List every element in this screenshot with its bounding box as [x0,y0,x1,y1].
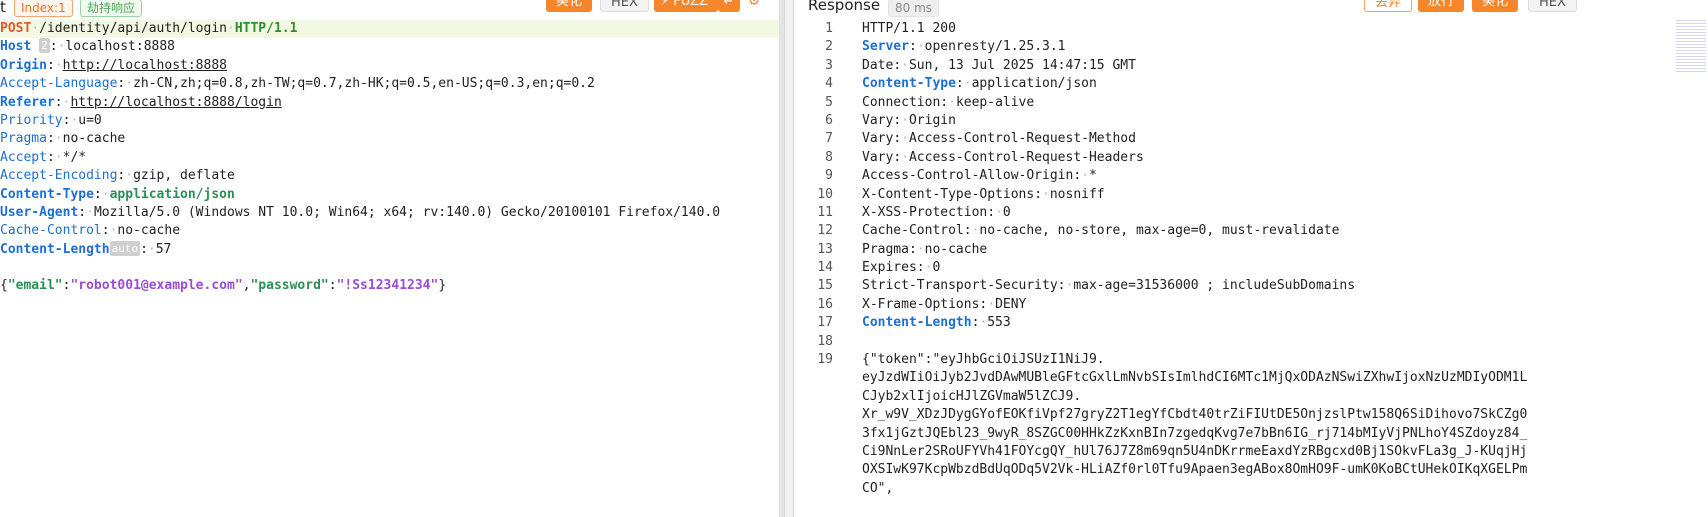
response-line: 16 X-Frame-Options:·DENY [794,296,1534,314]
response-line: 3 Date:·Sun, 13 Jul 2025 14:47:15 GMT [794,57,1534,75]
line-number: 16 [817,296,833,312]
response-line: 13 Pragma:·no-cache [794,241,1534,259]
response-beautify-button[interactable]: 美化 [1472,0,1519,12]
header-row: Accept-Language:·zh-CN,zh;q=0.8,zh-TW;q=… [0,76,595,92]
line-number: 10 [817,186,833,202]
line-number: 18 [817,333,833,349]
header-row: Cache-Control:·no-cache [0,223,181,239]
beautify-button[interactable]: 美化 [546,0,593,12]
line-number: 11 [817,204,833,220]
response-line: 8 Vary:·Access-Control-Request-Headers [794,149,1534,167]
response-line: 9 Access-Control-Allow-Origin:·* [794,167,1534,185]
header-row: Priority:·u=0 [0,112,102,128]
line-number: 19 [817,352,833,368]
response-editor[interactable]: 1 HTTP/1.1 200 2 Server:·openresty/1.25.3.… [794,20,1534,496]
pane-splitter[interactable] [784,0,794,517]
discard-button[interactable]: 丢弃 [1364,0,1413,12]
fuzz-label: FUZZ [673,0,708,9]
response-line: 14 Expires:·0 [794,259,1534,277]
response-line: 18 [794,333,1534,351]
line-number: 12 [817,223,833,239]
header-count-chip: 2 [39,38,50,54]
line-number: 13 [817,241,833,257]
response-minimap[interactable] [1676,20,1706,72]
response-body-json: {"token":"eyJhbGciOiJSUzI1NiJ9. eyJzdWIi… [862,352,1528,496]
request-toolbar: t Index:1 劫持响应 美化 HEX ⚡ FUZZ ↵ ⚙ [0,0,779,17]
line-number: 2 [825,39,833,55]
request-editor[interactable]: POST·/identity/api/auth/login·HTTP/1.1 H… [0,20,779,296]
header-row: Content-Length auto:·57 [0,240,172,257]
line-number: 7 [825,131,833,147]
response-line: 4 Content-Type:·application/json [794,75,1534,93]
response-body-line: 19 {"token":"eyJhbGciOiJSUzI1NiJ9. eyJzdW… [794,351,1534,496]
response-line: 5 Connection:·keep-alive [794,94,1534,112]
request-title: t [0,0,6,16]
request-pane: t Index:1 劫持响应 美化 HEX ⚡ FUZZ ↵ ⚙ POST·/i… [0,0,779,517]
request-line: POST·/identity/api/auth/login·HTTP/1.1 [0,20,779,39]
response-line: 15 Strict-Transport-Security:·max-age=315… [794,277,1534,295]
send-to-icon[interactable]: ↵ [718,0,740,12]
fuzz-button[interactable]: ⚡ FUZZ [654,0,718,12]
header-link[interactable]: http://localhost:8888 [63,58,227,73]
lightning-icon: ⚡ [660,0,670,9]
header-row: Referer:·http://localhost:8888/login [0,94,282,110]
line-number: 15 [817,278,833,294]
release-button[interactable]: 放行 [1418,0,1465,12]
response-hex-button[interactable]: HEX [1528,0,1577,12]
request-body: {"email":"robot001@example.com","passwor… [0,278,447,294]
line-number: 3 [825,57,833,73]
line-number: 8 [825,149,833,165]
response-line: 10 X-Content-Type-Options:·nosniff [794,186,1534,204]
line-number: 6 [825,112,833,128]
header-row: Content-Type:·application/json [0,186,235,202]
header-row: Accept:·*/* [0,149,87,165]
header-row: Pragma:·no-cache [0,131,126,147]
response-line: 6 Vary:·Origin [794,112,1534,130]
response-title: Response [808,0,881,14]
response-line: 17 Content-Length:·553 [794,314,1534,332]
line-number: 4 [825,76,833,92]
header-row: Origin:·http://localhost:8888 [0,57,227,73]
response-pane: Response 80 ms 丢弃 放行 美化 HEX 1 HTTP/1.1 20… [794,0,1708,517]
auto-length-chip[interactable]: auto [109,240,141,256]
line-number: 9 [825,168,833,184]
line-number: 17 [817,315,833,331]
header-row: User-Agent:·Mozilla/5.0 (Windows NT 10.0… [0,204,721,220]
response-line: 11 X-XSS-Protection:·0 [794,204,1534,222]
header-row: Accept-Encoding:·gzip, deflate [0,168,235,184]
header-row: Host 2:·localhost:8888 [0,38,175,55]
line-number: 14 [817,260,833,276]
response-line: 12 Cache-Control:·no-cache, no-store, max… [794,222,1534,240]
response-time-tag: 80 ms [888,0,940,17]
response-line: 2 Server:·openresty/1.25.3.1 [794,38,1534,56]
header-link[interactable]: http://localhost:8888/login [70,95,281,110]
hex-button[interactable]: HEX [600,0,649,12]
index-tag: Index:1 [14,0,73,17]
response-line: 7 Vary:·Access-Control-Request-Method [794,130,1534,148]
line-number: 5 [825,94,833,110]
settings-gear-icon[interactable]: ⚙ [744,0,764,12]
response-line: 1 HTTP/1.1 200 [794,20,1534,38]
line-number: 1 [825,21,833,36]
response-toolbar: Response 80 ms 丢弃 放行 美化 HEX [794,0,1708,17]
hold-response-tag[interactable]: 劫持响应 [80,0,143,17]
